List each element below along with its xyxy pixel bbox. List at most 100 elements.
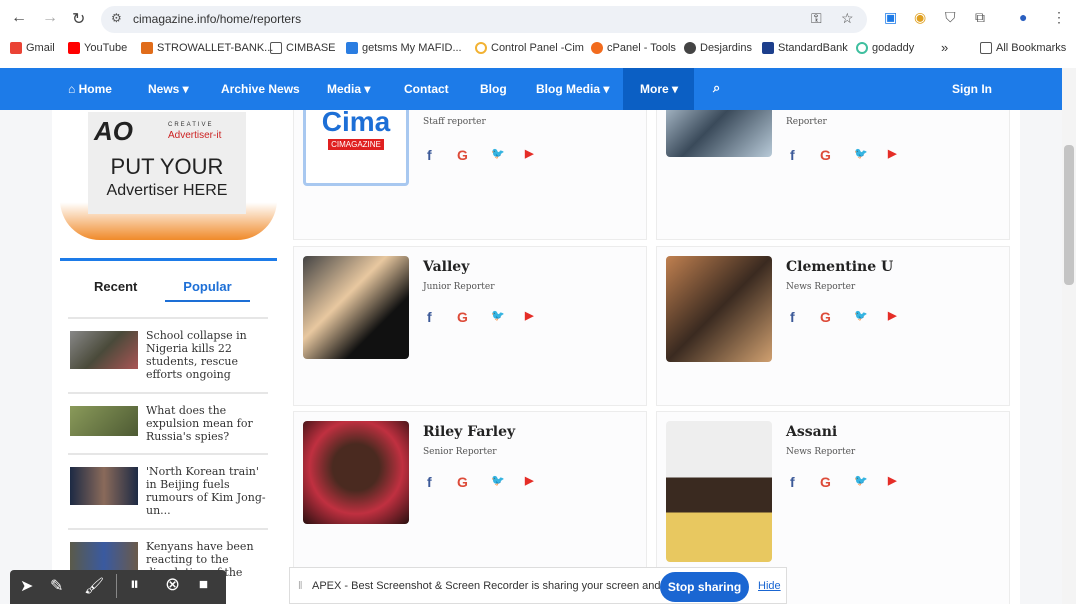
facebook-icon[interactable]: f: [427, 147, 432, 163]
nav-home[interactable]: ⌂ Home: [68, 82, 112, 96]
reporter-name[interactable]: Valley: [423, 259, 469, 275]
google-icon[interactable]: G: [457, 147, 468, 163]
facebook-icon[interactable]: f: [790, 309, 795, 325]
reporter-photo[interactable]: [303, 421, 409, 524]
bookmark-desjardins[interactable]: Desjardins: [684, 42, 752, 58]
facebook-icon[interactable]: f: [427, 309, 432, 325]
nav-media[interactable]: Media ▾: [327, 82, 370, 96]
brush-icon[interactable]: 🖌: [84, 576, 104, 596]
google-icon[interactable]: G: [457, 474, 468, 490]
list-item[interactable]: What does the expulsion mean for Russia'…: [68, 392, 268, 443]
bookmark-gmail[interactable]: Gmail: [10, 42, 55, 58]
search-icon[interactable]: ⌕: [713, 80, 720, 96]
bookmark-cpanel[interactable]: cPanel - Tools: [591, 42, 676, 58]
strowallet-icon: [141, 42, 153, 54]
all-bookmarks[interactable]: All Bookmarks: [980, 42, 1066, 58]
google-icon[interactable]: G: [820, 147, 831, 163]
reporter-photo[interactable]: Cima CIMAGAZINE: [303, 110, 409, 186]
reporter-photo[interactable]: [303, 256, 409, 359]
pointer-icon[interactable]: ➤: [20, 576, 33, 596]
advertise-banner[interactable]: AO CREATIVE Advertiser-it PUT YOUR Adver…: [60, 110, 277, 240]
youtube-icon[interactable]: ▶: [525, 309, 533, 322]
extension-icon[interactable]: ◉: [914, 9, 926, 26]
bookmark-control-panel[interactable]: Control Panel -Cim: [475, 42, 584, 58]
twitter-icon[interactable]: 🐦: [854, 309, 868, 322]
google-icon[interactable]: G: [820, 309, 831, 325]
reporter-name[interactable]: Assani: [786, 424, 837, 440]
reporter-card: Valley Junior Reporter f G 🐦 ▶: [293, 246, 647, 406]
article-thumbnail[interactable]: [70, 331, 138, 369]
facebook-icon[interactable]: f: [790, 147, 795, 163]
nav-news[interactable]: News ▾: [148, 82, 189, 96]
twitter-icon[interactable]: 🐦: [491, 147, 505, 160]
list-item[interactable]: 'North Korean train' in Beijing fuels ru…: [68, 453, 268, 517]
pencil-icon[interactable]: ✎: [50, 576, 63, 596]
twitter-icon[interactable]: 🐦: [854, 474, 868, 487]
stop-icon[interactable]: ⏹: [199, 574, 208, 595]
article-title[interactable]: 'North Korean train' in Beijing fuels ru…: [146, 465, 268, 517]
tab-recent[interactable]: Recent: [94, 279, 137, 294]
bookmark-getsms[interactable]: getsms My MAFID...: [346, 42, 462, 58]
forward-icon[interactable]: →: [42, 9, 58, 27]
menu-icon[interactable]: ⋮: [1052, 9, 1066, 26]
recorder-toolbar: ➤ ✎ 🖌 ⏸ ⊗ ⏹: [10, 570, 226, 604]
bookmark-strowallet[interactable]: STROWALLET-BANK...: [141, 42, 273, 58]
drag-handle-icon[interactable]: ‖: [298, 580, 303, 592]
browser-chrome: ← → ↻ ⚙ cimagazine.info/home/reporters ⚿…: [0, 0, 1076, 68]
bookmark-cimbase[interactable]: CIMBASE: [270, 42, 336, 58]
bookmark-youtube[interactable]: YouTube: [68, 42, 127, 58]
extension-s-icon[interactable]: ▣: [884, 9, 897, 26]
stop-sharing-button[interactable]: Stop sharing: [660, 572, 749, 602]
youtube-icon[interactable]: ▶: [525, 147, 533, 160]
article-thumbnail[interactable]: [70, 467, 138, 505]
reporter-photo[interactable]: [666, 110, 772, 157]
hide-link[interactable]: Hide: [758, 580, 781, 592]
reporter-role: Reporter: [786, 117, 827, 127]
nav-more[interactable]: More ▾: [640, 82, 678, 96]
url-text: cimagazine.info/home/reporters: [133, 12, 302, 26]
nav-contact[interactable]: Contact: [404, 82, 449, 96]
article-thumbnail[interactable]: [70, 406, 138, 436]
nav-archive-news[interactable]: Archive News: [221, 82, 300, 96]
google-icon[interactable]: G: [457, 309, 468, 325]
back-icon[interactable]: ←: [11, 9, 27, 27]
twitter-icon[interactable]: 🐦: [854, 147, 868, 160]
star-icon[interactable]: ☆: [841, 10, 854, 27]
pause-icon[interactable]: ⏸: [130, 574, 139, 595]
facebook-icon[interactable]: f: [790, 474, 795, 490]
youtube-icon[interactable]: ▶: [888, 147, 896, 160]
twitter-icon[interactable]: 🐦: [491, 309, 505, 322]
reload-icon[interactable]: ↻: [72, 9, 85, 29]
sign-in-link[interactable]: Sign In: [952, 82, 992, 96]
reporter-name[interactable]: Clementine U: [786, 259, 893, 275]
youtube-icon[interactable]: ▶: [525, 474, 533, 487]
tab-popular[interactable]: Popular: [165, 279, 250, 302]
scrollbar-thumb[interactable]: [1064, 145, 1074, 285]
reporter-photo[interactable]: [666, 256, 772, 362]
reporter-photo[interactable]: [666, 421, 772, 562]
facebook-icon[interactable]: f: [427, 474, 432, 490]
youtube-icon[interactable]: ▶: [888, 309, 896, 322]
article-title[interactable]: What does the expulsion mean for Russia'…: [146, 404, 268, 443]
profile-avatar[interactable]: ●: [1019, 9, 1027, 25]
cancel-icon[interactable]: ⊗: [165, 574, 180, 595]
list-item[interactable]: School collapse in Nigeria kills 22 stud…: [68, 317, 268, 381]
bookmarks-overflow[interactable]: »: [941, 40, 948, 56]
nav-blog-media[interactable]: Blog Media ▾: [536, 82, 609, 96]
password-key-icon[interactable]: ⚿: [811, 10, 822, 27]
twitter-icon[interactable]: 🐦: [491, 474, 505, 487]
site-info-icon[interactable]: ⚙: [111, 11, 122, 25]
reporter-card: Cima CIMAGAZINE Staff reporter f G 🐦 ▶: [293, 110, 647, 240]
reporter-name[interactable]: Riley Farley: [423, 424, 515, 440]
puzzle-icon[interactable]: ⧉: [975, 9, 985, 26]
bookmark-godaddy[interactable]: godaddy: [856, 42, 914, 58]
share-message: APEX - Best Screenshot & Screen Recorder…: [312, 580, 694, 592]
youtube-icon[interactable]: ▶: [888, 474, 896, 487]
reporter-role: Staff reporter: [423, 117, 486, 127]
google-icon[interactable]: G: [820, 474, 831, 490]
nav-blog[interactable]: Blog: [480, 82, 507, 96]
article-title[interactable]: School collapse in Nigeria kills 22 stud…: [146, 329, 268, 381]
shield-icon[interactable]: ⛉: [945, 9, 956, 26]
bookmark-standardbank[interactable]: StandardBank: [762, 42, 848, 58]
address-bar[interactable]: ⚙ cimagazine.info/home/reporters ⚿ ☆: [101, 6, 867, 33]
